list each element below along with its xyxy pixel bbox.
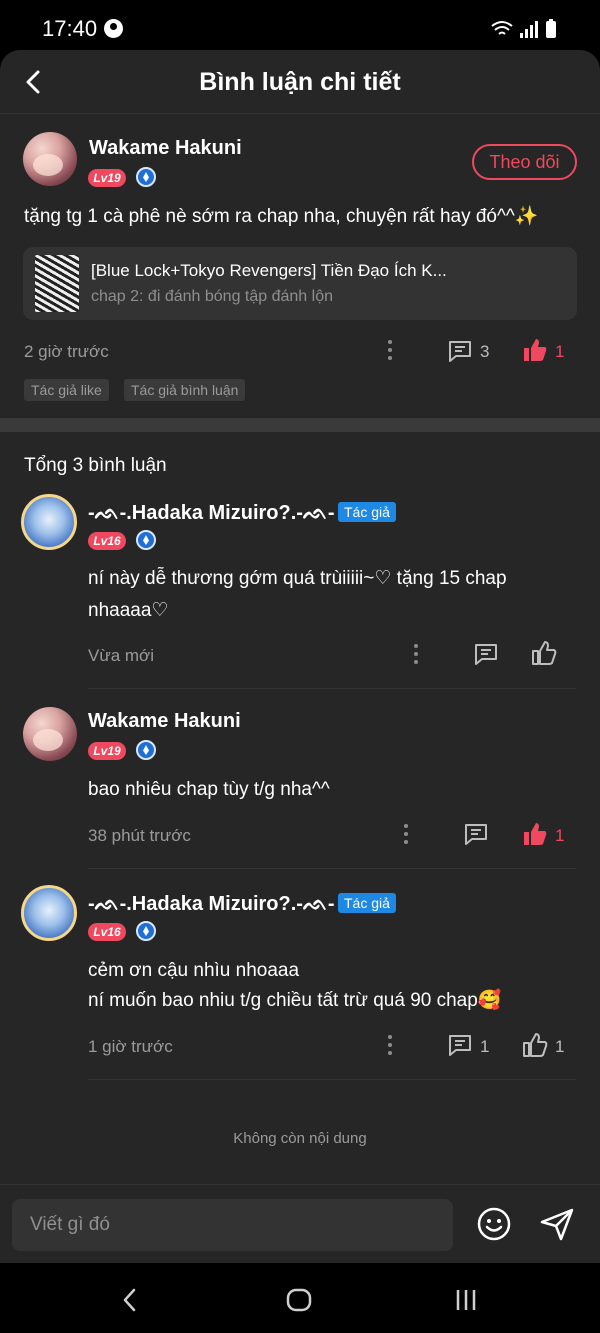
reply-text-line: bao nhiêu chap tùy t/g nha^^ bbox=[88, 779, 330, 800]
comment-icon[interactable] bbox=[447, 338, 473, 364]
post-like-count: 1 bbox=[555, 342, 565, 361]
reply-like-count: 1 bbox=[555, 1037, 565, 1056]
reply-author-name[interactable]: -ᨒ-.Hadaka Mizuiro?.-ᨒ- bbox=[88, 893, 335, 916]
comment-icon[interactable] bbox=[473, 641, 499, 667]
nav-recents-icon[interactable] bbox=[453, 1287, 479, 1313]
battery-icon bbox=[546, 19, 556, 38]
like-icon[interactable] bbox=[522, 337, 548, 363]
comment-total: Tổng 3 bình luận bbox=[24, 455, 167, 476]
header: Bình luận chi tiết bbox=[0, 50, 600, 114]
reply-time: Vừa mới bbox=[88, 646, 154, 665]
avatar[interactable] bbox=[21, 494, 77, 550]
system-nav-bar bbox=[0, 1263, 600, 1333]
nav-home-icon[interactable] bbox=[286, 1287, 312, 1313]
nav-back-icon[interactable] bbox=[117, 1287, 143, 1313]
divider bbox=[88, 1079, 576, 1080]
reply-comment-count: 1 bbox=[480, 1037, 490, 1056]
more-icon[interactable] bbox=[387, 340, 393, 362]
wifi-icon bbox=[491, 21, 513, 35]
chip-author-liked: Tác giả like bbox=[24, 379, 109, 401]
account-icon bbox=[104, 19, 123, 38]
more-icon[interactable] bbox=[413, 644, 419, 666]
reply-author-name[interactable]: Wakame Hakuni bbox=[88, 710, 241, 733]
post-time: 2 giờ trước bbox=[24, 342, 109, 361]
page-title: Bình luận chi tiết bbox=[199, 68, 401, 96]
reply-like-count: 1 bbox=[555, 826, 565, 845]
author-tag: Tác giả bbox=[338, 502, 396, 522]
post-text: tặng tg 1 cà phê nè sớm ra chap nha, chu… bbox=[24, 206, 539, 227]
more-icon[interactable] bbox=[387, 1035, 393, 1057]
status-time: 17:40 bbox=[42, 16, 98, 41]
reply-text-line: ní muốn bao nhiu t/g chiều tất trừ quá 9… bbox=[88, 990, 502, 1011]
verified-icon bbox=[136, 740, 156, 760]
emoji-icon[interactable] bbox=[477, 1207, 511, 1241]
level-badge: Lv19 bbox=[88, 169, 126, 187]
post-author-name[interactable]: Wakame Hakuni bbox=[89, 137, 242, 160]
comment-detail-sheet: Bình luận chi tiết Wakame Hakuni Lv19 Th… bbox=[0, 50, 600, 1263]
reply-time: 38 phút trước bbox=[88, 826, 191, 845]
avatar[interactable] bbox=[21, 885, 77, 941]
like-icon[interactable] bbox=[522, 1032, 548, 1058]
verified-icon bbox=[136, 167, 156, 187]
comment-input[interactable]: Viết gì đó bbox=[12, 1199, 453, 1251]
chapter-subtitle: chap 2: đi đánh bóng tập đánh lộn bbox=[91, 288, 333, 305]
level-badge: Lv16 bbox=[88, 532, 126, 550]
section-divider bbox=[0, 418, 600, 432]
status-bar: 17:40 bbox=[0, 0, 600, 52]
like-icon[interactable] bbox=[531, 640, 557, 666]
chapter-card[interactable]: [Blue Lock+Tokyo Revengers] Tiền Đạo Ích… bbox=[23, 247, 577, 320]
level-badge: Lv16 bbox=[88, 923, 126, 941]
reply-time: 1 giờ trước bbox=[88, 1037, 173, 1056]
like-icon[interactable] bbox=[522, 821, 548, 847]
comment-icon[interactable] bbox=[447, 1032, 473, 1058]
chapter-thumbnail bbox=[35, 255, 79, 312]
level-badge: Lv19 bbox=[88, 742, 126, 760]
avatar[interactable] bbox=[23, 132, 77, 186]
chip-author-commented: Tác giả bình luận bbox=[124, 379, 246, 401]
reply-text-line: cẻm ơn cậu nhìu nhoaaa bbox=[88, 960, 300, 981]
signal-icon bbox=[520, 21, 538, 38]
follow-button[interactable]: Theo dõi bbox=[472, 144, 577, 180]
comment-icon[interactable] bbox=[463, 821, 489, 847]
reply-text-line: nhaaaa♡ bbox=[88, 600, 169, 621]
send-icon[interactable] bbox=[539, 1206, 575, 1242]
verified-icon bbox=[136, 530, 156, 550]
verified-icon bbox=[136, 921, 156, 941]
system-icons bbox=[491, 19, 556, 38]
avatar[interactable] bbox=[23, 707, 77, 761]
reply-text-line: ní này dễ thương gớm quá trùiiiii~♡ tặng… bbox=[88, 568, 507, 589]
end-of-list-text: Không còn nội dung bbox=[233, 1130, 367, 1147]
divider bbox=[88, 868, 576, 869]
divider bbox=[88, 688, 576, 689]
more-icon[interactable] bbox=[403, 824, 409, 846]
composer-bar: Viết gì đó bbox=[0, 1184, 600, 1263]
reply-author-name[interactable]: -ᨒ-.Hadaka Mizuiro?.-ᨒ- bbox=[88, 502, 335, 525]
author-tag: Tác giả bbox=[338, 893, 396, 913]
chapter-title: [Blue Lock+Tokyo Revengers] Tiền Đạo Ích… bbox=[91, 261, 447, 280]
post-comment-count: 3 bbox=[480, 342, 490, 361]
